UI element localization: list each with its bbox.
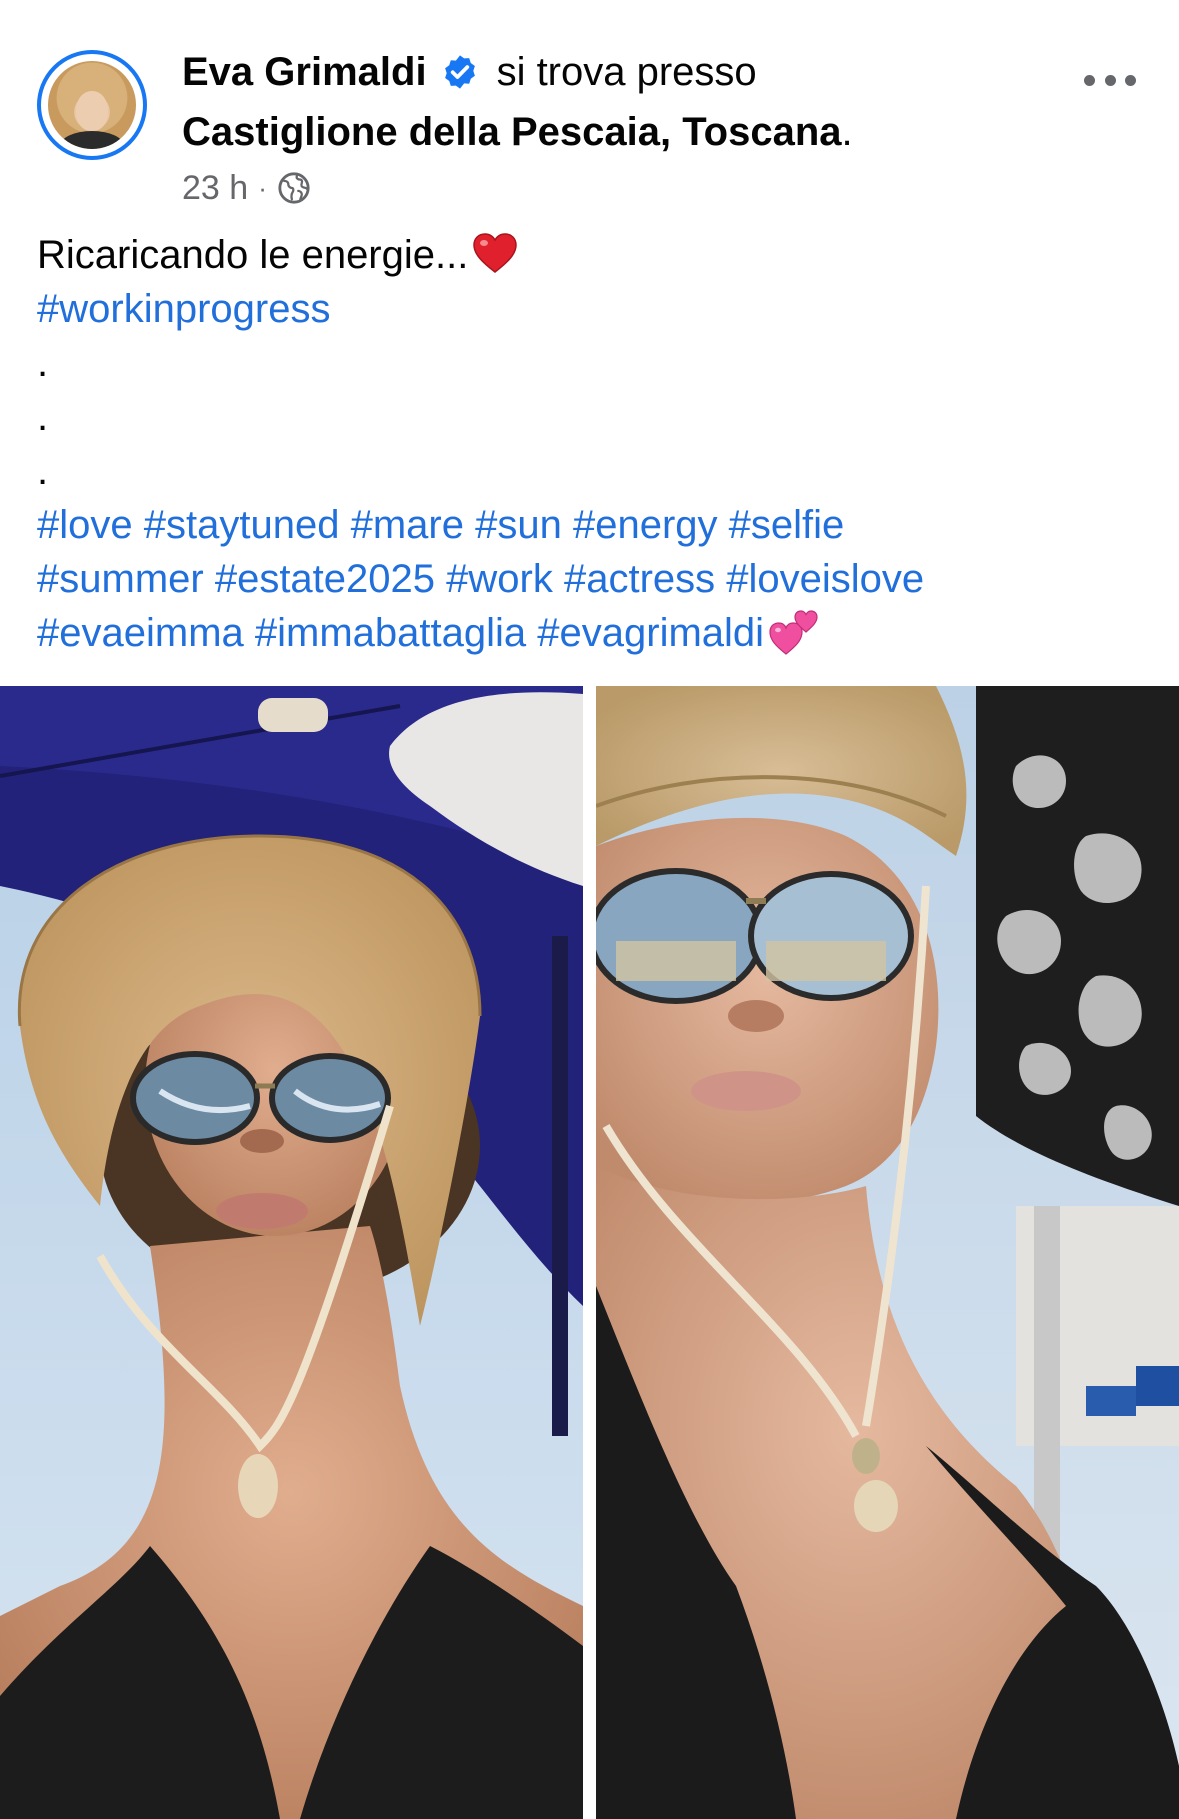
hashtag-link[interactable]: #work <box>446 557 553 601</box>
location-period: . <box>841 109 853 154</box>
hashtag-link[interactable]: #selfie <box>729 503 845 547</box>
location-line: Castiglione della Pescaia, Toscana. <box>182 106 853 158</box>
two-hearts-emoji-icon <box>768 608 822 658</box>
selfie-photo-1[interactable] <box>0 686 583 1819</box>
caption-text: Ricaricando le energie... <box>37 233 469 277</box>
caption-dot-line: . <box>37 341 49 385</box>
caption-dot-line: . <box>37 395 49 439</box>
hashtag-link[interactable]: #workinprogress <box>37 287 330 331</box>
post-header: Eva Grimaldi si trova presso Castiglione… <box>0 0 1179 230</box>
verified-badge-icon <box>441 53 479 91</box>
hashtag-link[interactable]: #actress <box>564 557 715 601</box>
hashtag-link[interactable]: #summer <box>37 557 204 601</box>
avatar-image <box>48 61 136 149</box>
author-avatar[interactable] <box>37 50 147 160</box>
hashtag-link[interactable]: #energy <box>573 503 718 547</box>
hashtag-link[interactable]: #loveislove <box>726 557 924 601</box>
selfie-photo-2[interactable] <box>596 686 1179 1819</box>
post-timestamp[interactable]: 23 h <box>182 169 248 208</box>
hashtag-row-3: #evaeimma #immabattaglia #evagrimaldi <box>37 606 1147 660</box>
location-link[interactable]: Castiglione della Pescaia, Toscana <box>182 110 842 155</box>
photo-grid <box>0 686 1179 1819</box>
author-line: Eva Grimaldi si trova presso <box>182 46 757 98</box>
caption-line-1: Ricaricando le energie... <box>37 228 1147 282</box>
hashtag-row-1: #love #staytuned #mare #sun #energy #sel… <box>37 498 1147 552</box>
caption-line-2: #workinprogress <box>37 282 1147 336</box>
at-location-text: si trova presso <box>496 49 757 94</box>
hashtag-link[interactable]: #staytuned <box>144 503 340 547</box>
red-heart-emoji-icon <box>472 232 518 274</box>
hashtag-link[interactable]: #estate2025 <box>215 557 435 601</box>
more-options-icon[interactable] <box>1080 60 1140 100</box>
author-name[interactable]: Eva Grimaldi <box>182 50 427 95</box>
globe-icon[interactable] <box>277 171 311 205</box>
post-meta: 23 h · <box>182 168 311 208</box>
hashtag-link[interactable]: #evaeimma <box>37 611 244 655</box>
post-caption: Ricaricando le energie... #workinprogres… <box>37 228 1147 660</box>
hashtag-link[interactable]: #immabattaglia <box>255 611 526 655</box>
hashtag-link[interactable]: #love <box>37 503 133 547</box>
hashtag-link[interactable]: #mare <box>351 503 464 547</box>
hashtag-link[interactable]: #evagrimaldi <box>537 611 764 655</box>
meta-separator: · <box>258 172 267 203</box>
hashtag-row-2: #summer #estate2025 #work #actress #love… <box>37 552 1147 606</box>
caption-dot-line: . <box>37 449 49 493</box>
hashtag-link[interactable]: #sun <box>475 503 562 547</box>
